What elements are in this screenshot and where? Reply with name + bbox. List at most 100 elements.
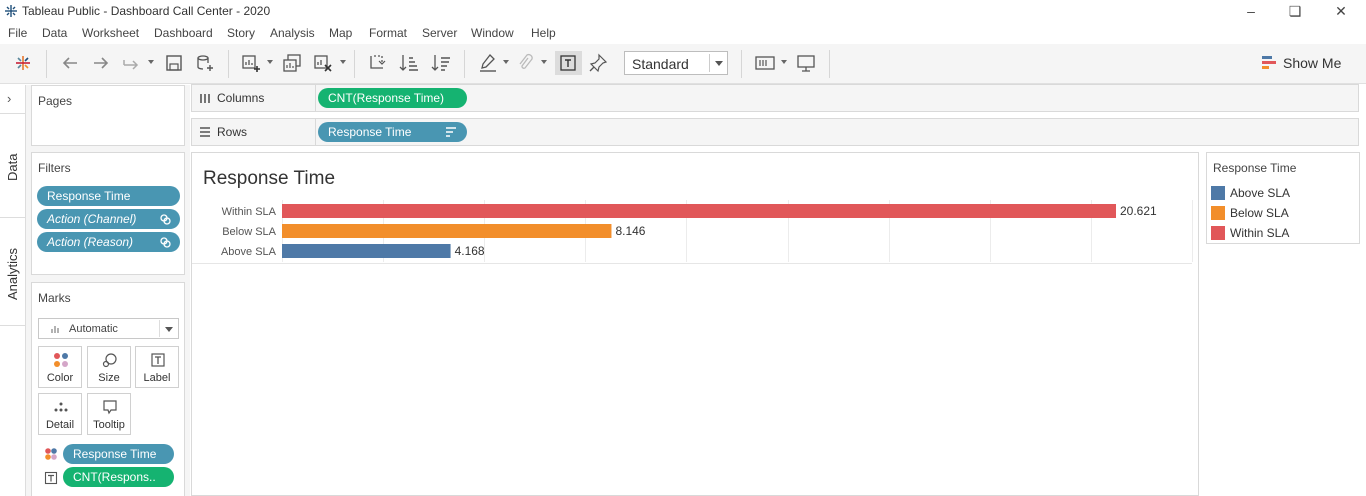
label-encoding-icon — [44, 471, 58, 485]
divider — [0, 325, 26, 326]
tab-analytics[interactable]: Analytics — [0, 219, 26, 325]
tooltip-label: Tooltip — [93, 419, 125, 431]
mark-type-dropdown[interactable]: Automatic — [38, 318, 179, 339]
replay-dropdown-icon[interactable] — [148, 60, 154, 64]
clear-sheet-icon[interactable] — [312, 52, 334, 74]
save-icon[interactable] — [163, 52, 185, 74]
highlight-dropdown-icon[interactable] — [503, 60, 509, 64]
filters-title: Filters — [38, 161, 71, 175]
show-cards-icon[interactable] — [754, 52, 776, 74]
rows-shelf-label: Rows — [192, 119, 316, 145]
menu-file[interactable]: File — [8, 26, 27, 40]
fit-dropdown[interactable]: Standard — [624, 51, 728, 75]
mark-type-value: Automatic — [69, 323, 118, 335]
close-icon[interactable]: ✕ — [1331, 2, 1351, 20]
legend-title: Response Time — [1213, 161, 1297, 175]
undo-icon[interactable] — [59, 52, 81, 74]
new-worksheet-dropdown-icon[interactable] — [267, 60, 273, 64]
show-mark-labels-icon[interactable] — [555, 51, 582, 75]
filter-pill-label: Action (Channel) — [47, 212, 137, 226]
highlight-icon[interactable] — [477, 52, 499, 74]
tableau-logo-icon — [5, 5, 17, 17]
tab-data[interactable]: Data — [0, 117, 26, 217]
data-label: 20.621 — [1120, 204, 1157, 218]
data-label: 8.146 — [615, 224, 645, 238]
marks-pill-response-time[interactable]: Response Time — [63, 444, 174, 464]
size-button[interactable]: Size — [87, 346, 131, 388]
presentation-mode-icon[interactable] — [795, 52, 817, 74]
menu-map[interactable]: Map — [329, 26, 352, 40]
detail-button[interactable]: Detail — [38, 393, 82, 435]
sort-descending-icon[interactable] — [430, 52, 452, 74]
toolbar-separator — [228, 50, 229, 78]
bar[interactable] — [282, 224, 612, 238]
minimize-icon[interactable]: – — [1241, 2, 1261, 20]
menu-window[interactable]: Window — [471, 26, 514, 40]
columns-shelf[interactable]: Columns CNT(Response Time) — [191, 84, 1359, 112]
dropdown-divider — [159, 320, 160, 337]
filter-pill-action-channel[interactable]: Action (Channel) — [37, 209, 180, 229]
marks-card: Marks Automatic Color Size Label Detail … — [31, 282, 185, 496]
legend-swatch — [1211, 206, 1225, 220]
detail-icon — [54, 402, 68, 412]
marks-pill-cnt-response[interactable]: CNT(Respons.. — [63, 467, 174, 487]
label-button[interactable]: Label — [135, 346, 179, 388]
group-dropdown-icon[interactable] — [541, 60, 547, 64]
color-button[interactable]: Color — [38, 346, 82, 388]
group-members-icon[interactable] — [514, 52, 536, 74]
chevron-right-icon[interactable]: › — [7, 91, 11, 106]
detail-label: Detail — [45, 419, 75, 431]
size-label: Size — [98, 372, 120, 384]
menu-story[interactable]: Story — [227, 26, 255, 40]
redo-icon[interactable] — [90, 52, 112, 74]
rows-shelf[interactable]: Rows Response Time — [191, 118, 1359, 146]
bar[interactable] — [282, 204, 1117, 218]
rows-pill-label: Response Time — [328, 125, 412, 139]
new-worksheet-icon[interactable] — [240, 52, 262, 74]
menu-dashboard[interactable]: Dashboard — [154, 26, 213, 40]
duplicate-sheet-icon[interactable] — [281, 52, 303, 74]
filters-shelf[interactable]: Filters Response Time Action (Channel) A… — [31, 152, 185, 275]
menu-worksheet[interactable]: Worksheet — [82, 26, 139, 40]
rows-pill[interactable]: Response Time — [318, 122, 467, 142]
menu-format[interactable]: Format — [369, 26, 407, 40]
bar[interactable] — [282, 244, 451, 258]
menu-data[interactable]: Data — [42, 26, 67, 40]
color-legend[interactable]: Response Time Above SLA Below SLA Within… — [1206, 152, 1360, 244]
columns-pill[interactable]: CNT(Response Time) — [318, 88, 467, 108]
filter-pill-action-reason[interactable]: Action (Reason) — [37, 232, 180, 252]
title-bar: Tableau Public - Dashboard Call Center -… — [0, 0, 1366, 22]
worksheet-view[interactable]: Response Time Within SLA 20.621 Below SLA 8… — [191, 152, 1199, 496]
pages-shelf[interactable]: Pages — [31, 85, 185, 146]
menu-server[interactable]: Server — [422, 26, 457, 40]
clear-dropdown-icon[interactable] — [340, 60, 346, 64]
chevron-down-icon — [165, 327, 173, 332]
sort-ascending-icon[interactable] — [398, 52, 420, 74]
legend-label: Within SLA — [1230, 226, 1290, 240]
side-panel-strip: › Data Analytics — [0, 85, 26, 496]
menu-help[interactable]: Help — [531, 26, 556, 40]
menu-bar: File Data Worksheet Dashboard Story Anal… — [0, 24, 1366, 44]
toolbar-separator — [464, 50, 465, 78]
show-me-icon — [1262, 56, 1276, 69]
tableau-home-icon[interactable] — [12, 52, 34, 74]
window-title: Tableau Public - Dashboard Call Center -… — [22, 4, 271, 18]
color-encoding-icon — [45, 448, 57, 460]
menu-analysis[interactable]: Analysis — [270, 26, 315, 40]
tooltip-icon — [103, 400, 117, 415]
replay-icon[interactable] — [121, 52, 143, 74]
columns-icon — [200, 94, 210, 103]
show-cards-dropdown-icon[interactable] — [781, 60, 787, 64]
marks-title: Marks — [38, 291, 71, 305]
pin-axes-icon[interactable] — [587, 52, 609, 74]
divider — [0, 217, 26, 218]
filter-pill-response-time[interactable]: Response Time — [37, 186, 180, 206]
fit-dropdown-value: Standard — [632, 56, 689, 72]
swap-rows-columns-icon[interactable] — [366, 52, 388, 74]
toolbar-separator — [46, 50, 47, 78]
tooltip-button[interactable]: Tooltip — [87, 393, 131, 435]
bar-chart[interactable]: Within SLA 20.621 Below SLA 8.146 Above SLA 4… — [192, 198, 1198, 268]
dropdown-divider — [709, 54, 710, 72]
restore-icon[interactable]: ❏ — [1285, 2, 1305, 20]
new-data-source-icon[interactable] — [194, 52, 216, 74]
